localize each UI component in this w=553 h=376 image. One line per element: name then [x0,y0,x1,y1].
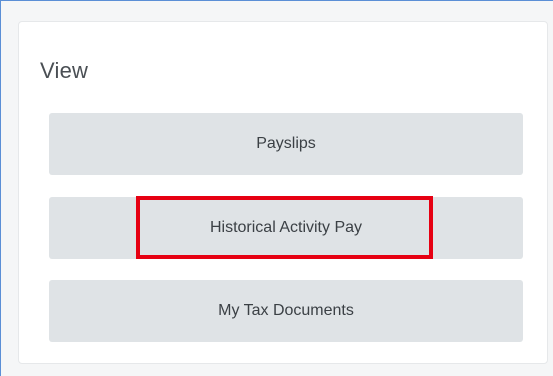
my-tax-documents-button-label: My Tax Documents [218,302,354,319]
view-title: View [40,58,89,83]
view-card: View Payslips Historical Activity Pay My… [18,21,548,364]
payslips-button-label: Payslips [256,135,316,152]
historical-activity-pay-button-label: Historical Activity Pay [209,219,363,236]
my-tax-documents-button[interactable]: My Tax Documents [49,280,523,342]
historical-activity-pay-button[interactable]: Historical Activity Pay [49,197,523,259]
payslips-button[interactable]: Payslips [49,113,523,175]
page-frame: View Payslips Historical Activity Pay My… [0,0,553,376]
